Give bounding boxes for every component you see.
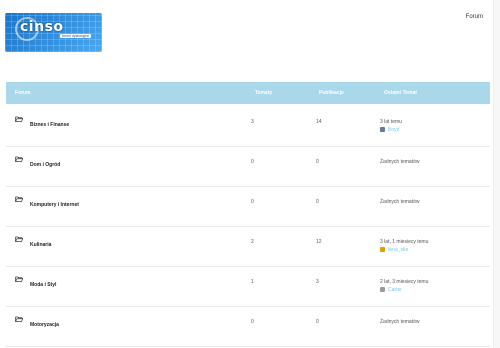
last-topic-time: Żadnych tematów [380,319,420,325]
forum-name-link[interactable]: Motoryzacja [30,322,59,328]
last-topic-time: 3 lat, 1 miesiecy temu [380,239,429,245]
folder-open-icon [15,236,23,242]
avatar-icon [380,127,385,133]
site-logo[interactable]: cinso forum dyskusyjne [5,13,102,52]
topics-count: 0 [251,159,254,165]
last-poster-name[interactable]: Carter [388,287,402,293]
header-last-topic: Ostatni Temat [384,90,417,96]
folder-open-icon [15,276,23,282]
folder-open-icon [15,316,23,322]
forum-name-link[interactable]: Kulinaria [30,242,51,248]
forum-name-link[interactable]: Biznes i Finanse [30,122,69,128]
table-header: Forum Tematy Publikacje Ostatni Temat [6,82,490,104]
forum-row: Komputery i Internet 0 0 Żadnych tematów [6,186,490,227]
folder-open-icon [15,196,23,202]
forum-row: Kulinaria 2 12 3 lat, 1 miesiecy temu tena_s… [6,226,490,267]
topics-count: 0 [251,199,254,205]
header-posts: Publikacje [319,90,344,96]
scrollbar[interactable] [493,0,500,348]
forum-name-link[interactable]: Dom i Ogród [30,162,60,168]
forum-name-link[interactable]: Moda i Styl [30,282,56,288]
posts-count: 3 [316,279,319,285]
last-poster-name[interactable]: tena_ske [388,247,408,253]
header-forum: Forum [15,90,31,96]
last-topic-time: Żadnych tematów [380,159,420,165]
logo-tagline: forum dyskusyjne [60,34,92,38]
topics-count: 2 [251,239,254,245]
forum-name-link[interactable]: Komputery i Internet [30,202,79,208]
last-poster[interactable]: Carter [380,287,402,293]
posts-count: 12 [316,239,322,245]
last-poster[interactable]: tena_ske [380,247,408,253]
last-topic-time: 2 lat, 3 miesiecy temu [380,279,429,285]
forum-row: Dom i Ogród 0 0 Żadnych tematów [6,146,490,187]
header-topics: Tematy [255,90,273,96]
topics-count: 3 [251,119,254,125]
folder-open-icon [15,116,23,122]
last-poster-name[interactable]: Boyd [388,127,399,133]
last-topic-time: Żadnych tematów [380,199,420,205]
topics-count: 0 [251,319,254,325]
avatar-icon [380,287,385,293]
posts-count: 14 [316,119,322,125]
posts-count: 0 [316,199,319,205]
last-topic-time: 3 lat temu [380,119,402,125]
forum-row: Motoryzacja 0 0 Żadnych tematów [6,306,490,347]
forum-row: Moda i Styl 1 3 2 lat, 3 miesiecy temu Carte… [6,266,490,307]
posts-count: 0 [316,159,319,165]
logo-text: cinso [20,19,64,35]
nav-forum-link[interactable]: Forum [466,14,483,20]
last-poster[interactable]: Boyd [380,127,399,133]
forum-row: Biznes i Finanse 3 14 3 lat temu Boyd [6,106,490,147]
avatar-icon [380,247,385,253]
topics-count: 1 [251,279,254,285]
folder-open-icon [15,156,23,162]
posts-count: 0 [316,319,319,325]
